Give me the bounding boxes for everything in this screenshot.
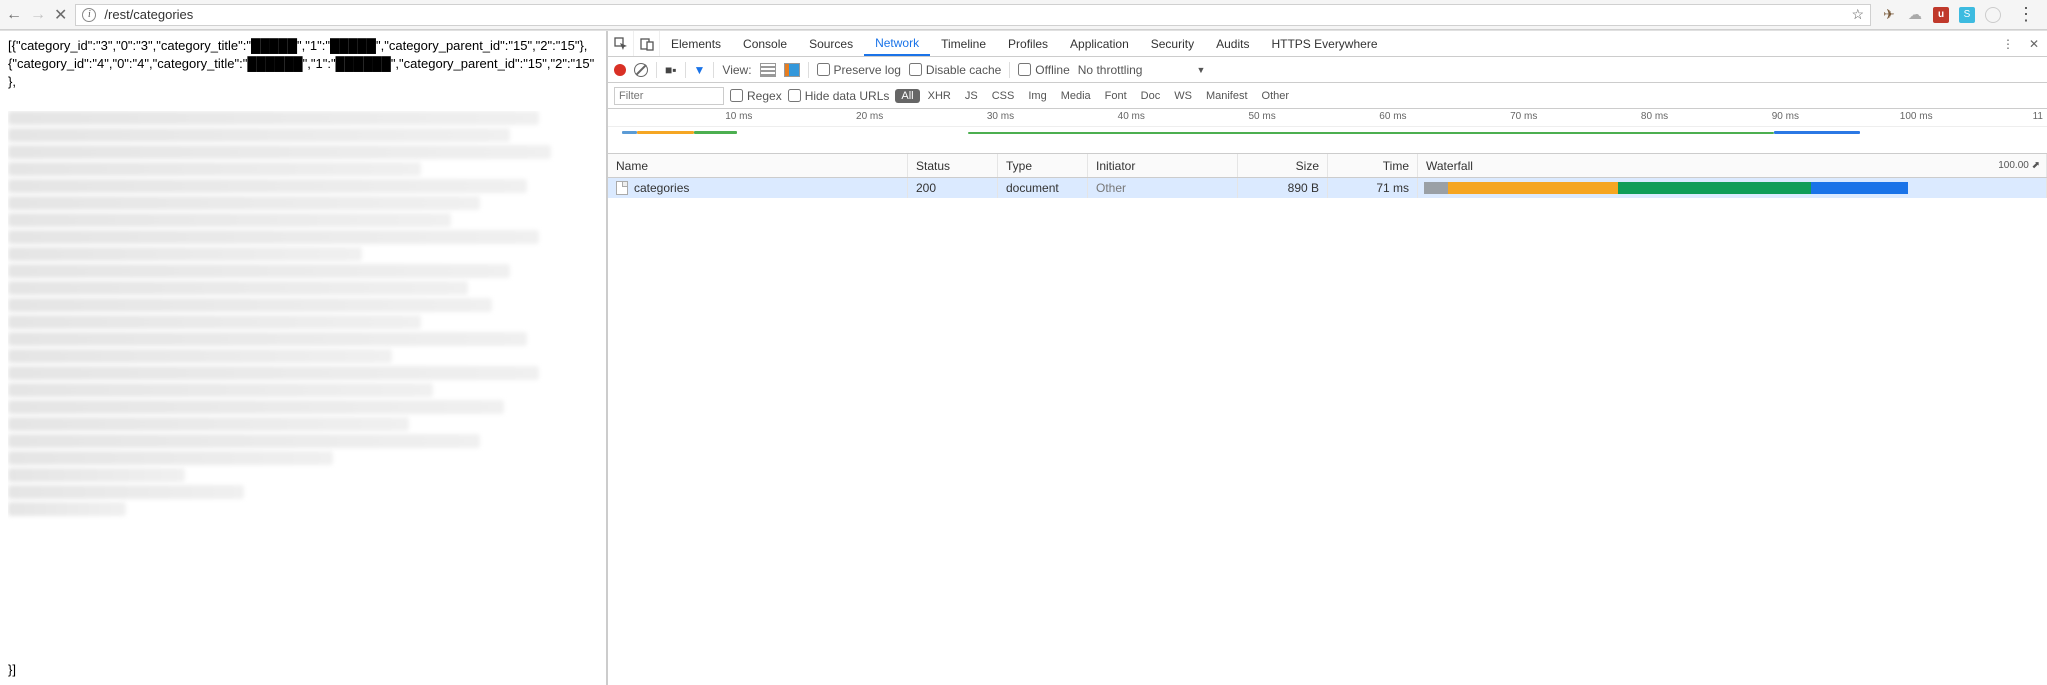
network-filter-bar: Regex Hide data URLs AllXHRJSCSSImgMedia… (608, 83, 2047, 109)
filter-toggle-icon[interactable]: ▼ (694, 63, 706, 77)
filter-type-ws[interactable]: WS (1168, 89, 1198, 103)
filter-type-img[interactable]: Img (1022, 89, 1052, 103)
devtools-tab-audits[interactable]: Audits (1205, 31, 1260, 56)
devtools-close-icon[interactable]: ✕ (2021, 37, 2047, 51)
address-bar[interactable]: i /rest/categories ☆ (75, 4, 1871, 26)
blurred-content (8, 111, 598, 685)
timeline-tick: 30 ms (987, 111, 1014, 122)
timeline-right-edge: 11 (2033, 111, 2043, 122)
filter-type-font[interactable]: Font (1099, 89, 1133, 103)
record-button[interactable] (614, 64, 626, 76)
ublock-icon[interactable]: u (1933, 7, 1949, 23)
network-requests-table: Name Status Type Initiator Size Time Wat… (608, 154, 2047, 685)
devtools-tab-profiles[interactable]: Profiles (997, 31, 1059, 56)
col-time[interactable]: Time (1328, 154, 1418, 177)
json-tail: }] (8, 661, 16, 679)
browser-navigation-bar: ← → ✕ i /rest/categories ☆ ✈ ☁ u S ⋮ (0, 0, 2047, 30)
col-size[interactable]: Size (1238, 154, 1328, 177)
timeline-overview[interactable]: 10 ms 20 ms 30 ms 40 ms 50 ms 60 ms 70 ms 80 ms… (608, 109, 2047, 154)
extension-icon[interactable] (1985, 7, 2001, 23)
screenshot-icon[interactable]: ■▪ (665, 63, 677, 77)
extension-icon[interactable]: S (1959, 7, 1975, 23)
devtools-tab-sources[interactable]: Sources (798, 31, 864, 56)
json-line: {"category_id":"4","0":"4","category_tit… (8, 55, 598, 73)
waterfall-view-button[interactable] (784, 63, 800, 77)
devtools-tab-timeline[interactable]: Timeline (930, 31, 997, 56)
timeline-tick: 80 ms (1641, 111, 1668, 122)
devtools-tab-network[interactable]: Network (864, 31, 930, 56)
network-table-body: categories 200 document Other 890 B 71 m… (608, 178, 2047, 685)
timeline-tick: 20 ms (856, 111, 883, 122)
document-icon (616, 181, 628, 195)
timeline-tick: 70 ms (1510, 111, 1537, 122)
browser-menu-button[interactable]: ⋮ (2011, 4, 2041, 25)
devtools-tab-security[interactable]: Security (1140, 31, 1205, 56)
request-row[interactable]: categories 200 document Other 890 B 71 m… (608, 178, 2047, 198)
devtools-tab-console[interactable]: Console (732, 31, 798, 56)
nav-arrow-group: ← → ✕ (6, 5, 75, 25)
col-waterfall[interactable]: Waterfall 100.00 ⬈ (1418, 154, 2047, 177)
filter-type-media[interactable]: Media (1055, 89, 1097, 103)
regex-checkbox[interactable]: Regex (730, 89, 782, 103)
bookmark-star-icon[interactable]: ☆ (1851, 6, 1864, 23)
extension-icon[interactable]: ✈ (1881, 7, 1897, 23)
inspect-element-icon[interactable] (608, 31, 634, 56)
large-rows-view-button[interactable] (760, 63, 776, 77)
extension-icon[interactable]: ☁ (1907, 7, 1923, 23)
devtools-panel: ElementsConsoleSourcesNetworkTimelinePro… (608, 31, 2047, 685)
filter-type-all[interactable]: All (895, 89, 919, 103)
devtools-tab-https-everywhere[interactable]: HTTPS Everywhere (1260, 31, 1388, 56)
forward-button[interactable]: → (30, 6, 46, 24)
site-info-icon[interactable]: i (82, 8, 96, 22)
col-name[interactable]: Name (608, 154, 908, 177)
json-line: [{"category_id":"3","0":"3","category_ti… (8, 37, 598, 55)
network-toolbar: ■▪ ▼ View: Preserve log Disable cache Of… (608, 57, 2047, 83)
filter-type-xhr[interactable]: XHR (922, 89, 957, 103)
filter-type-other[interactable]: Other (1256, 89, 1296, 103)
timeline-tick: 50 ms (1248, 111, 1275, 122)
main-content-area: [{"category_id":"3","0":"3","category_ti… (0, 30, 2047, 685)
devtools-more-icon[interactable]: ⋮ (1995, 37, 2021, 51)
filter-input[interactable] (614, 87, 724, 105)
network-table-header: Name Status Type Initiator Size Time Wat… (608, 154, 2047, 178)
timeline-tick: 100 ms (1900, 111, 1933, 122)
stop-reload-button[interactable]: ✕ (54, 5, 67, 25)
extension-icons: ✈ ☁ u S (1871, 7, 2011, 23)
hide-data-urls-checkbox[interactable]: Hide data URLs (788, 89, 890, 103)
devtools-tab-elements[interactable]: Elements (660, 31, 732, 56)
disable-cache-checkbox[interactable]: Disable cache (909, 63, 1001, 77)
devtools-tab-application[interactable]: Application (1059, 31, 1140, 56)
throttling-select[interactable]: No throttling ▼ (1078, 63, 1206, 77)
preserve-log-checkbox[interactable]: Preserve log (817, 63, 901, 77)
device-toolbar-icon[interactable] (634, 31, 660, 56)
devtools-tab-bar: ElementsConsoleSourcesNetworkTimelinePro… (608, 31, 2047, 57)
col-status[interactable]: Status (908, 154, 998, 177)
filter-type-css[interactable]: CSS (986, 89, 1021, 103)
view-label: View: (722, 63, 751, 77)
url-text: /rest/categories (104, 7, 193, 22)
json-line: }, (8, 73, 598, 91)
back-button[interactable]: ← (6, 6, 22, 24)
filter-type-manifest[interactable]: Manifest (1200, 89, 1254, 103)
col-type[interactable]: Type (998, 154, 1088, 177)
timeline-tick: 60 ms (1379, 111, 1406, 122)
offline-checkbox[interactable]: Offline (1018, 63, 1069, 77)
col-initiator[interactable]: Initiator (1088, 154, 1238, 177)
timeline-tick: 90 ms (1772, 111, 1799, 122)
timeline-tick: 40 ms (1118, 111, 1145, 122)
clear-button[interactable] (634, 63, 648, 77)
filter-type-doc[interactable]: Doc (1135, 89, 1167, 103)
timeline-tick: 10 ms (725, 111, 752, 122)
filter-type-js[interactable]: JS (959, 89, 984, 103)
page-content: [{"category_id":"3","0":"3","category_ti… (0, 31, 608, 685)
